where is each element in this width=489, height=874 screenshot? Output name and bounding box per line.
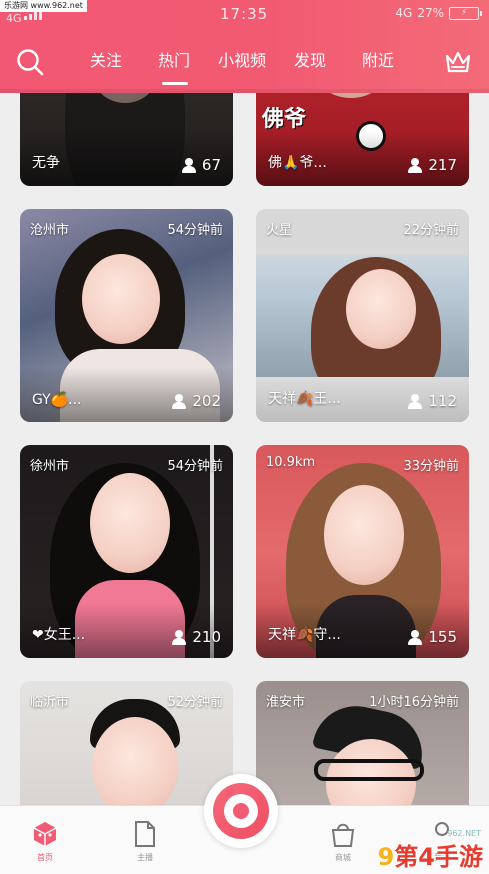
viewer-count: 202 — [172, 392, 221, 410]
location-label: 临沂市 — [30, 695, 70, 710]
battery-icon: ⚡ — [449, 6, 482, 20]
live-card[interactable]: 淮安市 1小时16分钟前 — [256, 681, 469, 805]
battery-percent: 27% — [417, 6, 444, 20]
tab-hot[interactable]: 热门 — [140, 50, 208, 85]
tab-nearby[interactable]: 附近 — [344, 50, 412, 80]
person-icon — [172, 629, 187, 645]
viewer-count: 210 — [172, 628, 221, 646]
live-card[interactable]: 佛爷 佛🙏爷... 217 — [256, 93, 469, 186]
top-nav: 关注 热门 小视频 发现 附近 — [0, 40, 489, 85]
viewer-count: 112 — [408, 392, 457, 410]
shirt-banner-text: 佛爷 — [262, 107, 307, 132]
tab-discover[interactable]: 发现 — [276, 50, 344, 80]
tab-short-video[interactable]: 小视频 — [208, 50, 276, 80]
person-icon — [172, 393, 187, 409]
live-card[interactable]: 无争 67 — [20, 93, 233, 186]
home-cube-icon — [32, 820, 58, 848]
distance-label: 10.9km — [266, 455, 316, 470]
time-ago-label: 54分钟前 — [167, 223, 223, 238]
location-label: 火星 — [266, 223, 293, 238]
viewer-count: 217 — [408, 156, 457, 174]
time-ago-label: 54分钟前 — [167, 459, 223, 474]
document-icon — [132, 820, 158, 848]
bottom-tab-shop[interactable]: 商城 — [323, 820, 363, 863]
person-icon — [408, 393, 423, 409]
app-header: 4G 17:35 4G 27% ⚡ 关注 热门 小视频 发现 附近 — [0, 0, 489, 93]
live-card[interactable]: 10.9km 33分钟前 天祥🍂守... 155 — [256, 445, 469, 658]
person-icon — [408, 629, 423, 645]
streamer-name: ❤女王... — [32, 627, 86, 643]
network-type: 4G — [6, 12, 22, 25]
go-live-button[interactable] — [204, 774, 278, 848]
streamer-name: 天祥🍂王... — [268, 391, 341, 407]
location-label: 徐州市 — [30, 459, 70, 474]
person-icon — [181, 157, 196, 173]
glasses — [314, 759, 424, 781]
live-card[interactable]: 临沂市 52分钟前 — [20, 681, 233, 805]
location-label: 淮安市 — [266, 695, 306, 710]
watermark-logo: 962.NET 9第4手游 — [377, 829, 483, 871]
streamer-name: GY🍊... — [32, 392, 82, 408]
bottom-tab-anchor[interactable]: 主播 — [125, 820, 165, 863]
viewer-count: 67 — [181, 156, 221, 174]
time-ago-label: 22分钟前 — [403, 223, 459, 238]
crown-icon[interactable] — [443, 47, 473, 77]
shopping-bag-icon — [330, 820, 356, 848]
location-label: 沧州市 — [30, 223, 70, 238]
time-ago-label: 1小时16分钟前 — [369, 695, 459, 710]
live-feed-grid: 无争 67 佛爷 佛🙏爷... 217 沧州市 54分钟前 GY🍊... 202… — [0, 93, 489, 805]
streamer-name: 佛🙏爷... — [268, 155, 327, 171]
streamer-name: 无争 — [32, 155, 60, 171]
streamer-name: 天祥🍂守... — [268, 627, 341, 643]
tab-following[interactable]: 关注 — [72, 50, 140, 80]
live-card[interactable]: 徐州市 54分钟前 ❤女王... 210 — [20, 445, 233, 658]
watermark-top: 乐游网 www.962.net — [0, 0, 87, 12]
person-icon — [408, 157, 423, 173]
live-card[interactable]: 沧州市 54分钟前 GY🍊... 202 — [20, 209, 233, 422]
status-time: 17:35 — [220, 5, 269, 23]
live-card[interactable]: 火星 22分钟前 天祥🍂王... 112 — [256, 209, 469, 422]
viewer-count: 155 — [408, 628, 457, 646]
network-type-right: 4G — [395, 6, 413, 20]
bottom-tab-home[interactable]: 首页 — [25, 820, 65, 863]
time-ago-label: 33分钟前 — [403, 459, 459, 474]
search-icon[interactable] — [15, 47, 45, 77]
time-ago-label: 52分钟前 — [167, 695, 223, 710]
